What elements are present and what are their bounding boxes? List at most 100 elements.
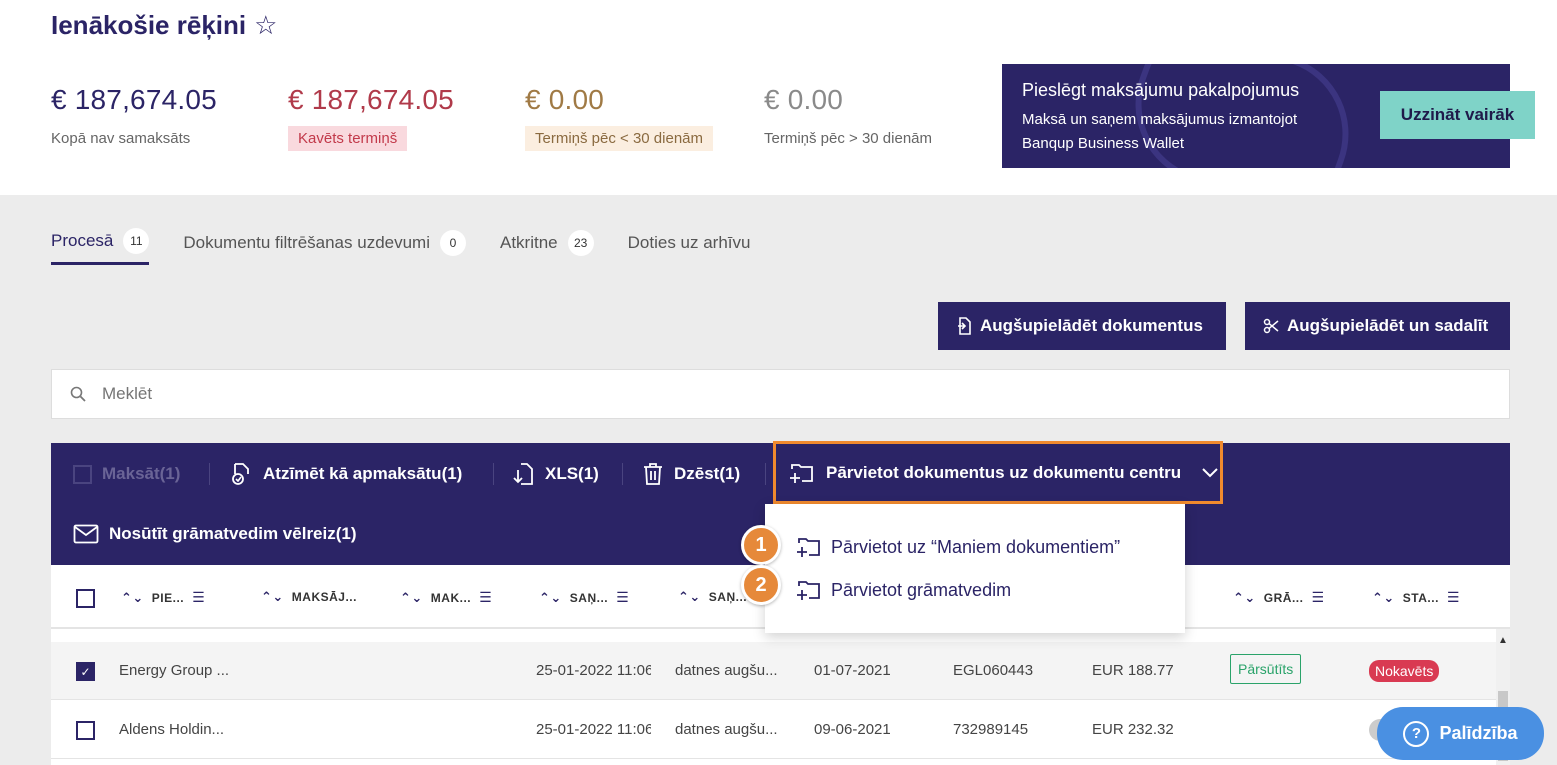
cell-source: datnes augšu... xyxy=(675,721,778,738)
mark-as-paid-button[interactable]: Atzīmēt kā apmaksātu(1) xyxy=(229,463,462,485)
tab-count-badge: 11 xyxy=(123,228,150,254)
stat-label: Kopā nav samaksāts xyxy=(51,130,191,147)
star-icon[interactable]: ☆ xyxy=(254,10,277,41)
folder-plus-icon xyxy=(795,535,821,559)
tab-archive[interactable]: Doties uz arhīvu xyxy=(628,228,751,265)
sort-icon: ⌃⌄ xyxy=(1372,589,1395,605)
scissors-icon xyxy=(1263,318,1279,334)
delete-label: Dzēst(1) xyxy=(674,464,741,483)
filter-icon[interactable]: ☰ xyxy=(1447,589,1460,606)
mark-paid-label: Atzīmēt kā apmaksātu(1) xyxy=(263,464,463,483)
column-header[interactable]: ⌃⌄ MAK... ☰ xyxy=(400,589,492,606)
column-label: SAŅ... xyxy=(569,590,609,605)
tab-filter-tasks[interactable]: Dokumentu filtrēšanas uzdevumi 0 xyxy=(183,228,466,265)
move-to-document-center-button[interactable]: Pārvietot dokumentus uz dokumentu centru xyxy=(773,441,1223,504)
search-input[interactable] xyxy=(102,384,1402,404)
delete-button[interactable]: Dzēst(1) xyxy=(642,463,740,485)
stat-label: Kavēts termiņš xyxy=(288,126,408,151)
cell-number: 732989145 xyxy=(953,721,1029,738)
xls-export-button[interactable]: XLS(1) xyxy=(513,463,599,485)
cell-amount: EUR 188.77 xyxy=(1092,662,1174,679)
xls-label: XLS(1) xyxy=(545,464,599,483)
sort-icon: ⌃⌄ xyxy=(400,589,423,605)
pay-button[interactable]: Maksāt(1) xyxy=(73,463,180,485)
stat-due-soon[interactable]: € 0.00 Termiņš pēc < 30 dienām xyxy=(525,84,714,151)
envelope-icon xyxy=(73,524,99,544)
sort-icon: ⌃⌄ xyxy=(261,589,284,604)
filter-icon[interactable]: ☰ xyxy=(1311,589,1324,606)
chevron-down-icon xyxy=(1201,467,1219,479)
resend-label: Nosūtīt grāmatvedim vēlreiz(1) xyxy=(109,524,357,543)
promo-title: Pieslēgt maksājumu pakalpojumus xyxy=(1022,80,1300,100)
cell-supplier: Aldens Holdin... xyxy=(119,721,225,738)
move-to-accountant-item[interactable]: Pārvietot grāmatvedim xyxy=(795,578,1011,602)
search-bar xyxy=(51,369,1510,419)
tab-label: Doties uz arhīvu xyxy=(627,232,751,252)
sort-icon: ⌃⌄ xyxy=(121,589,144,605)
scroll-up-arrow-icon[interactable]: ▲ xyxy=(1498,635,1508,646)
stat-unpaid: € 187,674.05 Kopā nav samaksāts xyxy=(51,84,217,151)
sort-icon: ⌃⌄ xyxy=(678,589,701,604)
pay-label: Maksāt(1) xyxy=(102,464,181,483)
stat-due-later[interactable]: € 0.00 Termiņš pēc > 30 dienām xyxy=(764,84,932,151)
menu-item-label: Pārvietot uz “Maniem dokumentiem” xyxy=(831,536,1121,557)
filter-icon[interactable]: ☰ xyxy=(192,589,205,606)
step-number-badge: 1 xyxy=(741,525,781,565)
upload-icon xyxy=(956,317,972,335)
column-header[interactable]: ⌃⌄ STA... ☰ xyxy=(1372,589,1460,606)
stat-label: Termiņš pēc < 30 dienām xyxy=(525,126,714,151)
sort-icon: ⌃⌄ xyxy=(539,589,562,605)
tab-count-badge: 0 xyxy=(440,229,466,256)
toolbar-divider xyxy=(209,463,210,485)
toolbar-divider xyxy=(622,463,623,485)
column-header[interactable]: ⌃⌄ PIE... ☰ xyxy=(121,589,205,606)
table-row[interactable]: Aldens Holdin... 25-01-2022 11:06 datnes… xyxy=(51,701,1496,759)
folder-plus-icon xyxy=(795,578,821,602)
filter-icon[interactable]: ☰ xyxy=(479,589,492,606)
help-label: Palīdzība xyxy=(1439,723,1518,743)
table-row[interactable]: ✓ Energy Group ... 25-01-2022 11:06 datn… xyxy=(51,642,1496,700)
cell-date: 01-07-2021 xyxy=(814,662,891,679)
resend-to-accountant-button[interactable]: Nosūtīt grāmatvedim vēlreiz(1) xyxy=(73,523,357,545)
upload-and-split-button[interactable]: Augšupielādēt un sadalīt xyxy=(1245,302,1510,350)
cell-received: 25-01-2022 11:06 xyxy=(536,721,651,738)
promo-subtitle: Maksā un saņem maksājumus izmantojot Ban… xyxy=(1022,111,1298,152)
trash-icon xyxy=(642,462,664,486)
tab-in-process[interactable]: Procesā 11 xyxy=(51,228,150,265)
download-file-icon xyxy=(513,462,535,486)
toolbar-divider xyxy=(493,463,494,485)
summary-panel: Ienākošie rēķini ☆ € 187,674.05 Kopā nav… xyxy=(0,0,1557,195)
move-to-my-documents-item[interactable]: Pārvietot uz “Maniem dokumentiem” xyxy=(795,535,1120,559)
column-header[interactable]: ⌃⌄ MAKSĀJ... xyxy=(261,589,357,605)
page-title-text: Ienākošie rēķini xyxy=(51,10,247,40)
filter-icon[interactable]: ☰ xyxy=(616,589,629,606)
upload-documents-button[interactable]: Augšupielādēt dokumentus xyxy=(938,302,1226,350)
cell-source: datnes augšu... xyxy=(675,662,778,679)
step-number-badge: 2 xyxy=(741,565,781,605)
menu-item-label: Pārvietot grāmatvedim xyxy=(831,579,1012,600)
row-checkbox[interactable]: ✓ xyxy=(76,662,95,681)
stat-overdue[interactable]: € 187,674.05 Kavēts termiņš xyxy=(288,84,454,151)
stat-label: Termiņš pēc > 30 dienām xyxy=(764,130,933,147)
pay-checkbox xyxy=(73,464,92,484)
upload-and-split-label: Augšupielādēt un sadalīt xyxy=(1287,316,1489,335)
stat-amount: € 187,674.05 xyxy=(288,84,454,115)
column-label: STA... xyxy=(1402,590,1439,605)
column-label: MAKSĀJ... xyxy=(291,590,357,604)
accountant-status-tag: Pārsūtīts xyxy=(1230,654,1302,684)
learn-more-button[interactable]: Uzzināt vairāk xyxy=(1380,91,1535,139)
column-header[interactable]: ⌃⌄ SAŅ... xyxy=(678,589,747,605)
mark-paid-icon xyxy=(229,462,253,486)
select-all-checkbox[interactable] xyxy=(76,589,95,608)
move-dropdown-menu: Pārvietot uz “Maniem dokumentiem” Pārvie… xyxy=(765,504,1185,633)
page-title: Ienākošie rēķini ☆ xyxy=(51,10,277,41)
column-header[interactable]: ⌃⌄ GRĀ... ☰ xyxy=(1233,589,1325,606)
cell-amount: EUR 232.32 xyxy=(1092,721,1174,738)
tab-label: Atkritne xyxy=(500,232,558,252)
status-badge: Nokavēts xyxy=(1369,660,1440,682)
sort-icon: ⌃⌄ xyxy=(1233,589,1256,605)
column-header[interactable]: ⌃⌄ SAŅ... ☰ xyxy=(539,589,629,606)
row-checkbox[interactable] xyxy=(76,721,95,740)
help-button[interactable]: ? Palīdzība xyxy=(1377,707,1544,760)
tab-trash[interactable]: Atkritne 23 xyxy=(500,228,594,265)
